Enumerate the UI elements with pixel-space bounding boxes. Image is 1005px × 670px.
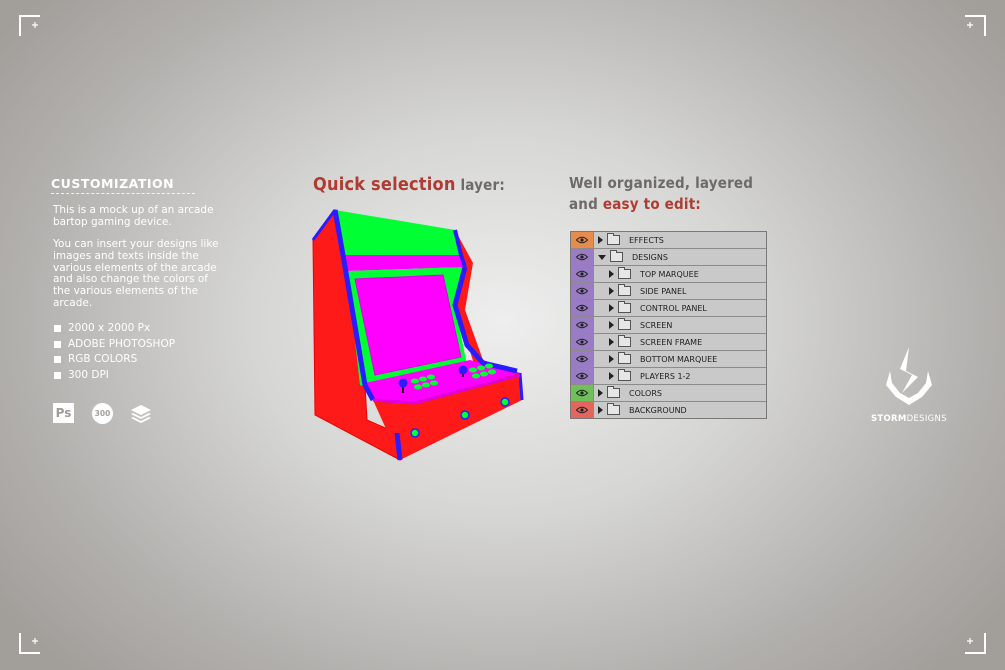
customization-title: CUSTOMIZATION <box>51 176 175 191</box>
folder-icon <box>607 233 620 245</box>
layer-name: SIDE PANEL <box>640 286 687 296</box>
logo-wordmark-bold: STORM <box>871 414 907 424</box>
expand-triangle-right-icon[interactable] <box>609 372 614 380</box>
visibility-eye-icon[interactable] <box>571 249 594 265</box>
bullet-square-icon <box>54 324 61 332</box>
corner-mark-bottom-left <box>19 632 41 654</box>
folder-icon <box>618 352 631 364</box>
visibility-eye-icon[interactable] <box>571 283 594 299</box>
layer-row-colors[interactable]: COLORS <box>571 385 766 402</box>
expand-triangle-right-icon[interactable] <box>609 321 614 329</box>
feature-label: 2000 x 2000 Px <box>68 322 151 334</box>
corner-mark-top-right <box>964 15 986 37</box>
organized-heading-line1: Well organized, layered <box>569 174 754 192</box>
layer-row-side-panel[interactable]: SIDE PANEL <box>571 283 766 300</box>
bullet-square-icon <box>54 340 61 348</box>
title-divider <box>51 193 195 194</box>
logo-wordmark: STORMDESIGNS <box>871 414 947 424</box>
dpi-300-icon: 300 <box>92 403 113 424</box>
quick-selection-heading: Quick selection layer: <box>313 174 505 195</box>
folder-icon <box>618 369 631 381</box>
layer-name: SCREEN FRAME <box>640 337 703 347</box>
heading-rest: layer: <box>455 176 505 194</box>
storm-designs-logo-icon <box>882 345 936 409</box>
visibility-eye-icon[interactable] <box>571 300 594 316</box>
photoshop-icon: Ps <box>53 403 74 423</box>
folder-icon <box>618 284 631 296</box>
visibility-eye-icon[interactable] <box>571 351 594 367</box>
folder-icon <box>618 301 631 313</box>
description-paragraph-2: You can insert your designs like images … <box>53 238 219 309</box>
arcade-cabinet-illustration <box>305 205 530 465</box>
feature-item: RGB COLORS <box>54 352 137 366</box>
expand-triangle-right-icon[interactable] <box>609 355 614 363</box>
folder-icon <box>618 267 631 279</box>
expand-triangle-right-icon[interactable] <box>609 287 614 295</box>
folder-icon <box>618 335 631 347</box>
layers-panel: EFFECTS DESIGNS TOP MARQUEE SIDE PANEL CONTR… <box>570 231 767 419</box>
feature-item: 300 DPI <box>54 368 109 382</box>
folder-icon <box>607 403 620 415</box>
layer-row-screen[interactable]: SCREEN <box>571 317 766 334</box>
layer-row-background[interactable]: BACKGROUND <box>571 402 766 418</box>
folder-icon <box>610 250 623 262</box>
layer-row-effects[interactable]: EFFECTS <box>571 232 766 249</box>
layer-name: SCREEN <box>640 320 673 330</box>
visibility-eye-icon[interactable] <box>571 317 594 333</box>
description-paragraph-1: This is a mock up of an arcade bartop ga… <box>53 204 214 228</box>
layer-row-screen-frame[interactable]: SCREEN FRAME <box>571 334 766 351</box>
expand-triangle-right-icon[interactable] <box>598 406 603 414</box>
expand-triangle-right-icon[interactable] <box>598 389 603 397</box>
layer-row-bottom-marquee[interactable]: BOTTOM MARQUEE <box>571 351 766 368</box>
expand-triangle-right-icon[interactable] <box>609 304 614 312</box>
expand-triangle-down-icon[interactable] <box>598 254 606 260</box>
corner-mark-top-left <box>19 15 41 37</box>
corner-mark-bottom-right <box>964 632 986 654</box>
heading-highlight: Quick selection <box>313 174 456 195</box>
feature-item: ADOBE PHOTOSHOP <box>54 337 175 351</box>
visibility-eye-icon[interactable] <box>571 232 594 248</box>
layer-row-control-panel[interactable]: CONTROL PANEL <box>571 300 766 317</box>
layer-name: BACKGROUND <box>629 405 687 415</box>
folder-icon <box>607 386 620 398</box>
feature-label: 300 DPI <box>68 369 109 381</box>
layer-name: DESIGNS <box>632 252 668 262</box>
layer-row-players-1-2[interactable]: PLAYERS 1-2 <box>571 368 766 385</box>
layers-stack-icon <box>130 403 152 425</box>
visibility-eye-icon[interactable] <box>571 368 594 384</box>
feature-item: 2000 x 2000 Px <box>54 321 150 335</box>
feature-label: RGB COLORS <box>68 353 138 365</box>
visibility-eye-icon[interactable] <box>571 402 594 418</box>
visibility-eye-icon[interactable] <box>571 266 594 282</box>
layer-name: EFFECTS <box>629 235 664 245</box>
logo-wordmark-light: DESIGNS <box>906 414 947 424</box>
layer-name: TOP MARQUEE <box>640 269 699 279</box>
folder-icon <box>618 318 631 330</box>
expand-triangle-right-icon[interactable] <box>609 338 614 346</box>
layer-row-designs[interactable]: DESIGNS <box>571 249 766 266</box>
bullet-square-icon <box>54 371 61 379</box>
feature-label: ADOBE PHOTOSHOP <box>68 338 176 350</box>
heading-highlight: easy to edit: <box>602 195 701 213</box>
layer-name: BOTTOM MARQUEE <box>640 354 718 364</box>
visibility-eye-icon[interactable] <box>571 385 594 401</box>
layer-name: COLORS <box>629 388 662 398</box>
visibility-eye-icon[interactable] <box>571 334 594 350</box>
organized-heading-line2: and easy to edit: <box>569 195 701 213</box>
heading-prefix: and <box>569 195 603 213</box>
layer-row-top-marquee[interactable]: TOP MARQUEE <box>571 266 766 283</box>
bullet-square-icon <box>54 355 61 363</box>
layer-name: PLAYERS 1-2 <box>640 371 691 381</box>
expand-triangle-right-icon[interactable] <box>609 270 614 278</box>
layer-name: CONTROL PANEL <box>640 303 707 313</box>
expand-triangle-right-icon[interactable] <box>598 236 603 244</box>
